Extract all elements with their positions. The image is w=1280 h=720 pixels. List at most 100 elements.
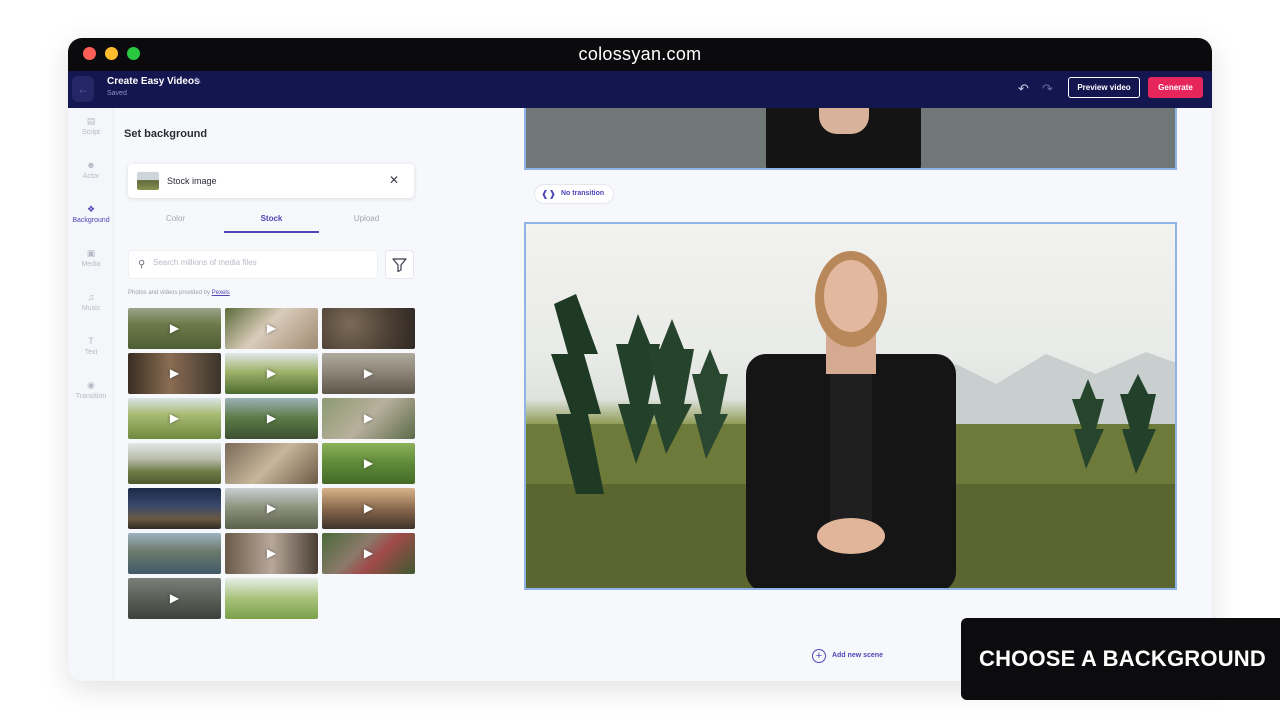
presenter-hands [819,108,869,134]
filter-button[interactable] [385,250,414,279]
play-icon: ▶ [169,591,180,605]
transition-label: No transition [561,190,605,197]
scene-image [526,251,1175,588]
media-thumbnail[interactable] [225,443,318,484]
tab-stock[interactable]: Stock [224,214,319,223]
rail-item-label: Background [72,217,110,224]
search-box: ⚲ [128,250,378,279]
selected-background-label: Stock image [167,176,217,186]
pexels-link[interactable]: Pexels [212,290,230,296]
add-scene-label: Add new scene [832,652,883,659]
rail-item-label: Transition [75,393,107,400]
search-icon: ⚲ [138,259,146,270]
media-icon: ▣ [86,248,96,258]
background-panel: Set background Stock image ✕ Color Stock… [114,108,422,681]
credit-text: Photos and videos provided by [128,290,211,296]
actor-icon: ☻ [86,160,96,170]
play-icon: ▶ [266,321,277,335]
close-icon[interactable]: ✕ [389,173,399,187]
transition-icon: ◉ [87,380,95,390]
rail-item-actor[interactable]: ☻ Actor [68,159,114,195]
scene-preview-previous[interactable] [524,108,1177,170]
media-thumbnail[interactable] [128,533,221,574]
media-thumbnail[interactable]: ▶ [322,353,415,394]
media-thumbnail[interactable]: ▶ [128,578,221,619]
media-thumbnail[interactable]: ▶ [128,353,221,394]
play-icon: ▶ [363,456,374,470]
undo-icon[interactable]: ↶ [1018,81,1029,97]
play-icon: ▶ [363,411,374,425]
save-status: Saved [107,90,127,97]
play-icon: ▶ [266,366,277,380]
generate-button[interactable]: Generate [1148,77,1203,98]
media-thumbnail[interactable]: ▶ [128,398,221,439]
project-title[interactable]: Create Easy Videos [107,76,200,87]
play-icon: ▶ [363,366,374,380]
media-thumbnail[interactable] [128,488,221,529]
browser-window: colossyan.com ← Create Easy Videos ✎ Sav… [68,38,1212,681]
app-header: ← Create Easy Videos ✎ Saved ↶ ↷ Preview… [68,71,1212,108]
active-tab-indicator [224,231,319,233]
filter-icon [392,258,407,273]
arrow-left-icon: ← [77,82,89,96]
media-thumbnail[interactable]: ▶ [322,533,415,574]
text-icon: T [88,336,94,346]
media-thumbnail[interactable]: ▶ [322,443,415,484]
rail-item-label: Script [82,129,100,136]
play-icon: ▶ [363,501,374,515]
left-rail: ▤ Script ☻ Actor ❖ Background ▣ Media ♫ … [68,108,114,681]
media-credit: Photos and videos provided by Pexels [128,290,230,296]
play-icon: ▶ [266,546,277,560]
back-button[interactable]: ← [72,76,94,102]
search-input[interactable] [153,258,373,267]
selected-background-card[interactable]: Stock image ✕ [128,164,414,198]
selected-background-thumbnail [137,172,159,190]
redo-icon[interactable]: ↷ [1042,81,1053,97]
media-thumbnail[interactable]: ▶ [225,353,318,394]
play-icon: ▶ [363,546,374,560]
media-thumbnail[interactable]: ▶ [225,398,318,439]
rail-item-label: Media [81,261,101,268]
media-thumbnail[interactable] [225,578,318,619]
rail-item-label: Music [81,305,101,312]
scene-preview-active[interactable] [524,222,1177,590]
media-thumbnail[interactable]: ▶ [225,533,318,574]
rail-item-transition[interactable]: ◉ Transition [68,379,114,415]
play-icon: ▶ [169,366,180,380]
presenter-hands [817,518,885,554]
rail-item-media[interactable]: ▣ Media [68,247,114,283]
rail-item-background[interactable]: ❖ Background [68,203,114,239]
music-icon: ♫ [87,292,95,302]
media-thumbnail[interactable]: ▶ [322,398,415,439]
site-url: colossyan.com [578,44,702,64]
presenter-face [824,260,878,332]
media-thumbnail[interactable]: ▶ [128,308,221,349]
background-icon: ❖ [86,204,96,214]
browser-titlebar: colossyan.com [68,38,1212,71]
rail-item-text[interactable]: T Text [68,335,114,371]
tab-upload[interactable]: Upload [319,214,414,223]
media-thumbnail[interactable] [322,308,415,349]
play-icon: ▶ [266,501,277,515]
transition-icon: ❰❱ [541,189,557,199]
pencil-icon[interactable]: ✎ [194,76,202,87]
preview-video-button[interactable]: Preview video [1068,77,1140,98]
tab-color[interactable]: Color [128,214,223,223]
play-icon: ▶ [266,411,277,425]
rail-item-script[interactable]: ▤ Script [68,115,114,151]
rail-item-label: Actor [82,173,100,180]
transition-chip[interactable]: ❰❱ No transition [534,184,614,204]
panel-title: Set background [124,128,208,140]
scene-canvas: ❰❱ No transition + Add new scene [422,108,1212,681]
media-thumbnail[interactable]: ▶ [322,488,415,529]
play-icon: ▶ [169,321,180,335]
plus-icon: + [812,649,826,663]
play-icon: ▶ [169,411,180,425]
media-thumbnail[interactable]: ▶ [225,308,318,349]
rail-item-music[interactable]: ♫ Music [68,291,114,327]
rail-item-label: Text [84,349,98,356]
overlay-caption: CHOOSE A BACKGROUND [961,618,1280,700]
media-thumbnail[interactable]: ▶ [225,488,318,529]
script-icon: ▤ [86,116,96,126]
media-thumbnail[interactable] [128,443,221,484]
